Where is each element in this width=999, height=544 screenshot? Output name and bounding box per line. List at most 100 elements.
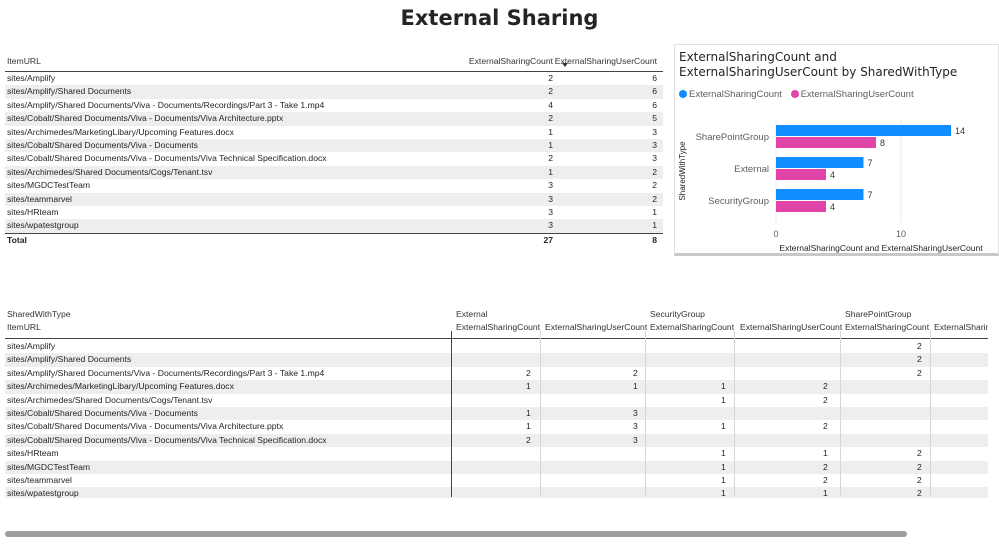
cell-itemurl: sites/Cobalt/Shared Documents/Viva - Doc… bbox=[7, 139, 198, 150]
cell-sharing-user-count: 5 bbox=[652, 113, 657, 124]
data-label: 8 bbox=[880, 138, 885, 148]
matrix-cell-value: 1 bbox=[633, 381, 638, 392]
cell-sharing-user-count: 2 bbox=[652, 193, 657, 204]
matrix-column-divider bbox=[645, 331, 646, 497]
matrix-cell-value: 2 bbox=[823, 474, 828, 485]
matrix-cell-value: 1 bbox=[823, 488, 828, 498]
cell-sharing-user-count: 6 bbox=[652, 73, 657, 83]
table-row[interactable]: sites/teammarvel 3 2 bbox=[5, 192, 663, 206]
bar bbox=[776, 189, 864, 200]
table-row[interactable]: sites/wpatestgroup 3 1 bbox=[5, 219, 663, 233]
matrix-cell-value: 2 bbox=[526, 367, 531, 378]
matrix-cell-value: 2 bbox=[917, 341, 922, 351]
matrix-column-divider bbox=[930, 331, 931, 497]
cell-sharing-count: 2 bbox=[548, 113, 553, 124]
table-row[interactable]: sites/MGDCTestTeam 3 2 bbox=[5, 179, 663, 192]
total-label: Total bbox=[7, 234, 27, 245]
matrix-cell-value: 2 bbox=[917, 474, 922, 485]
matrix-group-sharepointgroup[interactable]: SharePointGroup bbox=[845, 308, 911, 321]
cell-sharing-count: 2 bbox=[548, 86, 553, 97]
matrix-subheader[interactable]: ExternalSharingCount bbox=[456, 321, 540, 334]
column-header-itemurl[interactable]: ItemURL bbox=[7, 56, 41, 66]
x-axis-title: ExternalSharingCount and ExternalSharing… bbox=[779, 243, 983, 253]
horizontal-scrollbar[interactable] bbox=[5, 531, 907, 537]
cell-sharing-user-count: 2 bbox=[652, 166, 657, 177]
cell-itemurl: sites/Cobalt/Shared Documents/Viva - Doc… bbox=[7, 113, 284, 124]
cell-sharing-user-count: 3 bbox=[652, 139, 657, 150]
cell-sharing-count: 1 bbox=[548, 126, 553, 137]
table-row[interactable]: sites/Cobalt/Shared Documents/Viva - Doc… bbox=[5, 112, 663, 126]
matrix-subheader[interactable]: ExternalSharingCount bbox=[650, 321, 734, 334]
cell-sharing-user-count: 3 bbox=[652, 126, 657, 137]
category-label: External bbox=[734, 164, 769, 175]
cell-itemurl: sites/HRteam bbox=[7, 206, 59, 217]
matrix-subheader[interactable]: ExternalSharingUserCount bbox=[545, 321, 647, 334]
cell-sharing-count: 1 bbox=[548, 139, 553, 150]
matrix-group-external[interactable]: External bbox=[456, 308, 488, 321]
cell-itemurl: sites/MGDCTestTeam bbox=[7, 180, 91, 191]
matrix-cell-value: 2 bbox=[917, 488, 922, 498]
matrix-cell-value: 3 bbox=[633, 434, 638, 445]
matrix-cell-value: 1 bbox=[526, 381, 531, 392]
cell-itemurl: sites/Archimedes/MarketingLibary/Upcomin… bbox=[7, 126, 234, 137]
data-label: 7 bbox=[868, 190, 873, 200]
bar bbox=[776, 125, 951, 136]
table-row[interactable]: sites/Cobalt/Shared Documents/Viva - Doc… bbox=[5, 138, 663, 153]
x-tick-label: 10 bbox=[896, 229, 906, 239]
matrix-cell-itemurl: sites/Cobalt/Shared Documents/Viva - Doc… bbox=[7, 421, 284, 432]
bar bbox=[776, 157, 864, 168]
matrix-cell-value: 1 bbox=[721, 474, 726, 485]
x-tick-label: 0 bbox=[773, 229, 778, 239]
matrix-group-securitygroup[interactable]: SecurityGroup bbox=[650, 308, 705, 321]
cell-sharing-count: 1 bbox=[548, 166, 553, 177]
cell-itemurl: sites/Cobalt/Shared Documents/Viva - Doc… bbox=[7, 153, 327, 164]
matrix-subheader[interactable]: ExternalSharingCount bbox=[845, 321, 929, 334]
page-title: External Sharing bbox=[400, 6, 599, 30]
matrix-cell-value: 1 bbox=[721, 488, 726, 498]
matrix-cell-itemurl: sites/Amplify/Shared Documents bbox=[7, 354, 132, 365]
table-row[interactable]: sites/Archimedes/MarketingLibary/Upcomin… bbox=[5, 126, 663, 139]
bar bbox=[776, 137, 876, 148]
column-header-sharing-count[interactable]: ExternalSharingCount bbox=[469, 56, 553, 66]
cell-sharing-count: 3 bbox=[548, 180, 553, 191]
data-label: 14 bbox=[955, 126, 965, 136]
category-label: SecurityGroup bbox=[708, 196, 769, 207]
matrix-cell-value: 3 bbox=[633, 407, 638, 418]
data-label: 4 bbox=[830, 202, 835, 212]
matrix-cell-value: 2 bbox=[823, 381, 828, 392]
matrix-cell-value: 2 bbox=[917, 461, 922, 472]
table-body: sites/Amplify 2 6 sites/Amplify/Shared Docu… bbox=[5, 72, 663, 233]
table-row[interactable]: sites/Amplify 2 6 bbox=[5, 72, 663, 85]
matrix-cell-value: 1 bbox=[721, 421, 726, 432]
cell-itemurl: sites/Amplify/Shared Documents bbox=[7, 86, 132, 97]
matrix-cell-value: 1 bbox=[526, 407, 531, 418]
matrix-subheader[interactable]: ExternalSharingUserCount bbox=[740, 321, 842, 334]
table-row[interactable]: sites/Amplify/Shared Documents/Viva - Do… bbox=[5, 99, 663, 112]
matrix-subheader[interactable]: ExternalSharin bbox=[934, 321, 988, 334]
matrix-cell-itemurl: sites/wpatestgroup bbox=[7, 488, 79, 498]
matrix-cell-value: 1 bbox=[526, 421, 531, 432]
total-sharing-user-count: 8 bbox=[652, 234, 657, 245]
data-label: 4 bbox=[830, 170, 835, 180]
table-row[interactable]: sites/Cobalt/Shared Documents/Viva - Doc… bbox=[5, 152, 663, 165]
chart-plot: 0 10 SharePointGroup 14 8 External 7 4 SecurityG… bbox=[678, 119, 983, 253]
table-row[interactable]: sites/HRteam 3 1 bbox=[5, 206, 663, 219]
category-label: SharePointGroup bbox=[696, 132, 769, 143]
table-row[interactable]: sites/Archimedes/Shared Documents/Cogs/T… bbox=[5, 165, 663, 180]
table-row[interactable]: sites/Amplify/Shared Documents 2 6 bbox=[5, 85, 663, 99]
sort-descending-icon[interactable] bbox=[562, 63, 568, 67]
cell-sharing-user-count: 1 bbox=[652, 206, 657, 217]
matrix-corner-itemurl[interactable]: ItemURL bbox=[7, 321, 41, 334]
matrix-cell-value: 2 bbox=[917, 448, 922, 459]
matrix-corner-sharedwithtype[interactable]: SharedWithType bbox=[7, 308, 71, 321]
cell-sharing-count: 3 bbox=[548, 206, 553, 217]
column-header-sharing-user-count[interactable]: ExternalSharingUserCount bbox=[555, 56, 657, 66]
matrix-cell-value: 2 bbox=[526, 434, 531, 445]
matrix-column-divider bbox=[734, 331, 735, 497]
table-total-row: Total 27 8 bbox=[5, 232, 663, 247]
bar-chart[interactable]: ExternalSharingCount and ExternalSharing… bbox=[674, 44, 999, 256]
matrix-cell-value: 1 bbox=[721, 381, 726, 392]
matrix-cell-value: 2 bbox=[917, 367, 922, 378]
cell-itemurl: sites/Archimedes/Shared Documents/Cogs/T… bbox=[7, 166, 213, 177]
sharing-table: ItemURL ExternalSharingCount ExternalSha… bbox=[5, 50, 663, 247]
